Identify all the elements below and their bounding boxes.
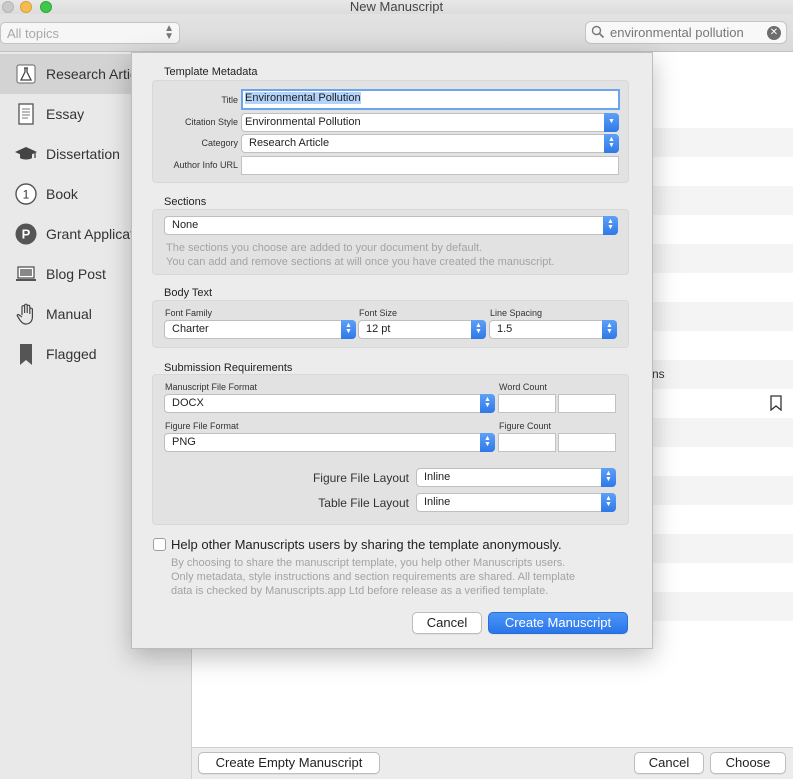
hand-icon (16, 303, 33, 325)
up-down-chevron-icon: ▲ ▼ (471, 320, 486, 339)
up-down-chevron-icon: ▲ ▼ (601, 468, 616, 487)
sidebar-item-label: Dissertation (46, 146, 120, 162)
line-spacing-label: Line Spacing (490, 308, 543, 318)
font-size-value: 12 pt (366, 323, 391, 335)
share-template-label: Help other Manuscripts users by sharing … (171, 537, 562, 552)
sections-title: Sections (164, 196, 207, 208)
font-size-label: Font Size (359, 308, 398, 318)
sidebar-item-label: Blog Post (46, 266, 106, 282)
create-empty-manuscript-button[interactable]: Create Empty Manuscript (198, 752, 380, 774)
sidebar-item-label: Essay (46, 106, 85, 122)
list-item-text: ns (652, 367, 665, 381)
search-value: environmental pollution (610, 25, 744, 40)
figure-file-layout-label: Figure File Layout (312, 471, 409, 485)
sections-select[interactable]: None ▲ ▼ (164, 216, 618, 235)
sidebar-item-label: Book (46, 186, 78, 202)
topic-select-value: All topics (7, 26, 60, 41)
sidebar-item-label: Flagged (46, 346, 97, 362)
share-hint-3: data is checked by Manuscripts.app Ltd b… (171, 585, 549, 597)
search-input[interactable]: environmental pollution ✕ (585, 21, 787, 44)
template-metadata-title: Template Metadata (164, 66, 258, 78)
line-spacing-select[interactable]: 1.5 ▲ ▼ (489, 320, 617, 339)
body-text-title: Body Text (164, 287, 213, 299)
submission-requirements-title: Submission Requirements (164, 362, 293, 374)
font-size-select[interactable]: 12 pt ▲ ▼ (358, 320, 486, 339)
sections-hint-1: The sections you choose are added to you… (166, 242, 483, 254)
title-label: Title (221, 95, 238, 105)
author-info-url-field[interactable] (241, 156, 619, 175)
share-hint-1: By choosing to share the manuscript temp… (171, 557, 566, 569)
up-down-chevron-icon: ▲ ▼ (602, 320, 617, 339)
sidebar-item-label: Research Artic (46, 66, 138, 82)
up-down-chevron-icon: ▲ ▼ (480, 433, 495, 452)
table-file-layout-select[interactable]: Inline ▲ ▼ (416, 493, 616, 512)
figure-file-format-select[interactable]: PNG ▲ ▼ (164, 433, 495, 452)
numbered-circle-icon: 1 (15, 183, 37, 205)
citation-style-value: Environmental Pollution (245, 116, 361, 128)
up-down-chevron-icon: ▲ ▼ (603, 216, 618, 235)
figure-count-label: Figure Count (499, 421, 552, 431)
window-title: New Manuscript (349, 0, 444, 14)
line-spacing-value: 1.5 (497, 323, 513, 335)
manuscript-file-format-label: Manuscript File Format (165, 382, 258, 392)
document-icon (18, 103, 34, 125)
figure-file-layout-select[interactable]: Inline ▲ ▼ (416, 468, 616, 487)
laptop-icon (16, 266, 36, 281)
share-hint-2: Only metadata, style instructions and se… (171, 571, 576, 583)
category-label: Category (201, 138, 238, 148)
grant-icon-letter: P (22, 227, 31, 242)
up-down-chevron-icon: ▲ ▼ (480, 394, 495, 413)
sections-value: None (172, 219, 199, 231)
p-circle-icon: P (15, 223, 37, 245)
figure-count-max-field[interactable] (558, 433, 616, 452)
sections-hint-2: You can add and remove sections at will … (166, 256, 555, 268)
title-field-value: Environmental Pollution (245, 92, 361, 104)
title-field[interactable]: Environmental Pollution (241, 89, 620, 110)
figure-count-min-field[interactable] (498, 433, 556, 452)
category-select[interactable]: Research Article ▲ ▼ (241, 134, 619, 153)
bottom-cancel-button[interactable]: Cancel (634, 752, 704, 774)
up-down-chevron-icon: ▲ ▼ (601, 493, 616, 512)
up-down-chevron-icon: ▲ ▼ (341, 320, 356, 339)
new-manuscript-dialog: Template Metadata Title Environmental Po… (131, 52, 653, 649)
flask-icon (16, 64, 36, 84)
font-family-value: Charter (172, 323, 209, 335)
chevron-down-icon: ▼ (604, 113, 619, 132)
table-file-layout-label: Table File Layout (318, 496, 409, 510)
search-icon (591, 25, 605, 39)
citation-style-select[interactable]: Environmental Pollution ▼ (241, 113, 619, 132)
up-down-chevron-icon: ▲ ▼ (164, 23, 174, 42)
create-manuscript-button[interactable]: Create Manuscript (488, 612, 628, 634)
manuscript-file-format-select[interactable]: DOCX ▲ ▼ (164, 394, 495, 413)
word-count-min-field[interactable] (498, 394, 556, 413)
table-file-layout-value: Inline (424, 496, 451, 508)
category-value: Research Article (249, 137, 330, 149)
choose-button[interactable]: Choose (710, 752, 786, 774)
share-template-checkbox[interactable] (153, 538, 166, 551)
toolbar: All topics ▲ ▼ environmental pollution ✕ (0, 14, 793, 52)
figure-file-format-value: PNG (172, 436, 196, 448)
clear-search-icon[interactable]: ✕ (767, 26, 781, 40)
sidebar-item-label: Manual (46, 306, 92, 322)
up-down-chevron-icon: ▲ ▼ (604, 134, 619, 153)
book-icon-number: 1 (23, 188, 30, 202)
font-family-select[interactable]: Charter ▲ ▼ (164, 320, 356, 339)
sidebar-item-label: Grant Applicat (46, 226, 134, 242)
graduation-cap-icon (15, 147, 37, 160)
word-count-label: Word Count (499, 382, 547, 392)
author-info-url-label: Author Info URL (173, 160, 238, 170)
word-count-max-field[interactable] (558, 394, 616, 413)
dialog-cancel-button[interactable]: Cancel (412, 612, 482, 634)
figure-file-layout-value: Inline (424, 471, 451, 483)
citation-style-label: Citation Style (184, 117, 238, 127)
figure-file-format-label: Figure File Format (165, 421, 239, 431)
font-family-label: Font Family (165, 308, 213, 318)
topic-select[interactable]: All topics ▲ ▼ (0, 22, 180, 44)
bookmark-icon (20, 344, 32, 365)
manuscript-file-format-value: DOCX (172, 397, 204, 409)
bookmark-outline-icon[interactable] (770, 395, 782, 411)
